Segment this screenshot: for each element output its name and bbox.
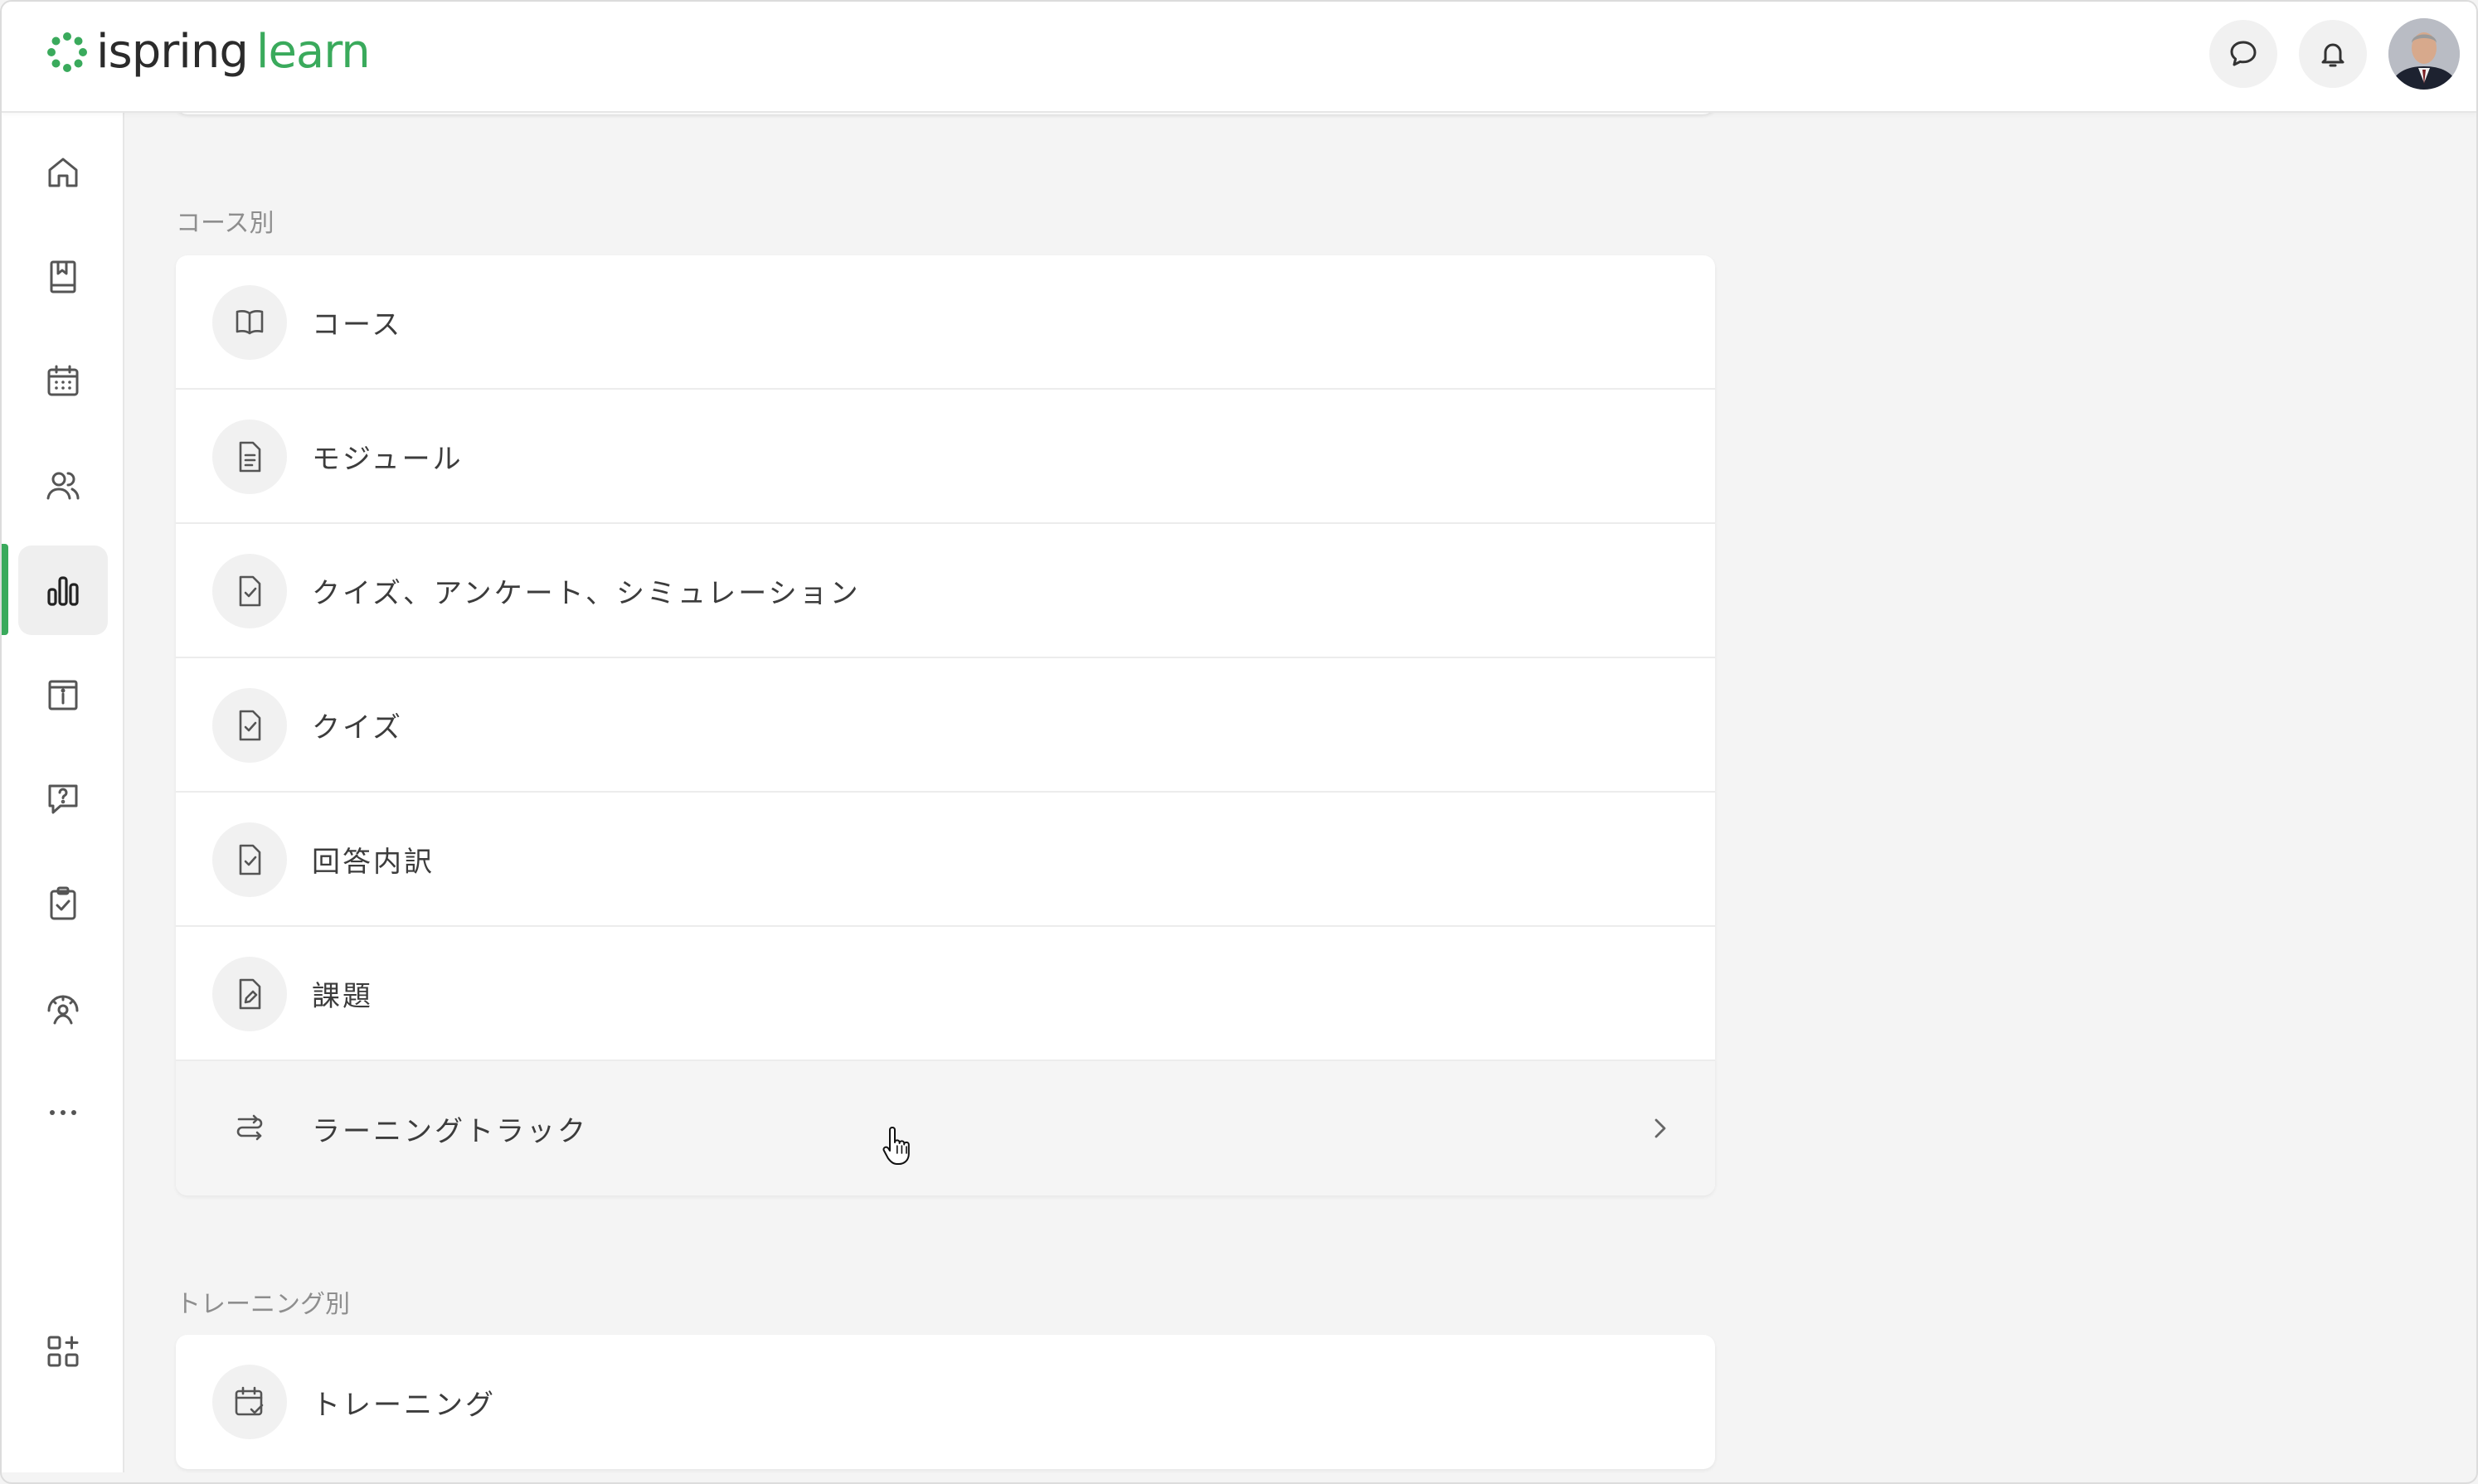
row-label: コース bbox=[312, 308, 403, 342]
open-book-icon bbox=[236, 310, 264, 335]
checklist-doc-icon bbox=[239, 575, 261, 607]
row-icon-wrap bbox=[212, 822, 287, 897]
report-row-module[interactable]: モジュール bbox=[176, 390, 1715, 524]
row-icon-wrap bbox=[212, 554, 287, 628]
bar-chart-icon bbox=[47, 576, 79, 606]
sidebar-item-tasks[interactable] bbox=[18, 859, 108, 948]
row-icon-wrap bbox=[212, 688, 287, 763]
checklist-doc-icon bbox=[239, 710, 261, 741]
row-label: クイズ、アンケート、シミュレーション bbox=[312, 576, 861, 610]
row-label: クイズ bbox=[312, 710, 403, 744]
bell-icon bbox=[2321, 43, 2344, 67]
active-indicator bbox=[2, 544, 8, 635]
report-row-training[interactable]: トレーニング bbox=[176, 1335, 1715, 1469]
hand-cursor-icon bbox=[882, 1127, 910, 1165]
row-icon-wrap bbox=[212, 1365, 287, 1439]
gauge-user-icon bbox=[47, 995, 79, 1025]
sidebar-item-gamification[interactable] bbox=[18, 963, 108, 1053]
row-icon-wrap bbox=[212, 957, 287, 1031]
row-label: トレーニング bbox=[312, 1388, 496, 1422]
route-icon bbox=[236, 1114, 263, 1141]
logo-text-learn: learn bbox=[255, 25, 371, 79]
checklist-doc-icon bbox=[239, 844, 261, 875]
report-row-learning-track[interactable]: ラーニングトラック bbox=[176, 1061, 1715, 1195]
sidebar-item-apps[interactable] bbox=[18, 1307, 108, 1396]
chevron-right-icon bbox=[1654, 1118, 1666, 1138]
book-icon bbox=[50, 260, 76, 293]
document-icon bbox=[239, 441, 261, 473]
logo-text-ispring: ispring bbox=[96, 25, 249, 79]
sidebar-item-content[interactable] bbox=[18, 232, 108, 322]
row-icon-wrap bbox=[212, 285, 287, 360]
sidebar-item-info[interactable] bbox=[18, 650, 108, 740]
report-row-answer-breakdown[interactable]: 回答内訳 bbox=[176, 793, 1715, 927]
user-avatar[interactable] bbox=[2388, 18, 2460, 90]
edit-doc-icon bbox=[239, 978, 261, 1010]
users-icon bbox=[46, 472, 80, 500]
app-window: ispring learn コース別 コース モジュール クイズ、アンケート、シ… bbox=[0, 0, 2478, 1484]
by-course-card: コース モジュール クイズ、アンケート、シミュレーション クイズ 回答内訳 課題… bbox=[176, 255, 1715, 1195]
row-label: 回答内訳 bbox=[312, 845, 435, 879]
report-row-quiz[interactable]: クイズ bbox=[176, 658, 1715, 793]
info-board-icon bbox=[48, 680, 78, 710]
section-title-by-course: コース別 bbox=[176, 209, 275, 238]
sidebar-item-calendar[interactable] bbox=[18, 337, 108, 426]
chat-button[interactable] bbox=[2209, 20, 2277, 88]
by-training-card: トレーニング bbox=[176, 1335, 1715, 1469]
section-title-by-training: トレーニング別 bbox=[176, 1290, 350, 1319]
report-row-quiz-survey-simulation[interactable]: クイズ、アンケート、シミュレーション bbox=[176, 524, 1715, 658]
ispring-logo-icon bbox=[47, 32, 87, 72]
left-sidebar bbox=[2, 113, 124, 1472]
sidebar-item-more[interactable] bbox=[18, 1068, 108, 1157]
row-label: 課題 bbox=[312, 979, 373, 1013]
main-content: コース別 コース モジュール クイズ、アンケート、シミュレーション クイズ 回答… bbox=[124, 96, 2476, 1482]
sidebar-item-home[interactable] bbox=[18, 128, 108, 217]
chat-bubble-icon bbox=[2230, 41, 2257, 66]
report-row-course[interactable]: コース bbox=[176, 255, 1715, 390]
more-icon bbox=[50, 1110, 76, 1115]
calendar-icon bbox=[47, 365, 79, 396]
home-icon bbox=[48, 158, 78, 187]
sidebar-item-questions[interactable] bbox=[18, 754, 108, 844]
notifications-button[interactable] bbox=[2299, 20, 2367, 88]
row-icon-wrap bbox=[212, 419, 287, 494]
row-label: モジュール bbox=[312, 442, 464, 476]
avatar-photo bbox=[2388, 18, 2460, 90]
add-widget-icon bbox=[47, 1336, 79, 1367]
row-icon-wrap bbox=[212, 1091, 287, 1166]
sidebar-item-reports[interactable] bbox=[18, 546, 108, 635]
sidebar-item-users[interactable] bbox=[18, 441, 108, 531]
row-label: ラーニングトラック bbox=[312, 1114, 588, 1148]
calendar-check-icon bbox=[235, 1386, 264, 1416]
report-row-assignments[interactable]: 課題 bbox=[176, 927, 1715, 1061]
clipboard-check-icon bbox=[50, 886, 76, 920]
question-bubble-icon bbox=[48, 784, 78, 814]
ispring-learn-logo[interactable]: ispring learn bbox=[45, 23, 371, 81]
top-header: ispring learn bbox=[2, 2, 2476, 113]
